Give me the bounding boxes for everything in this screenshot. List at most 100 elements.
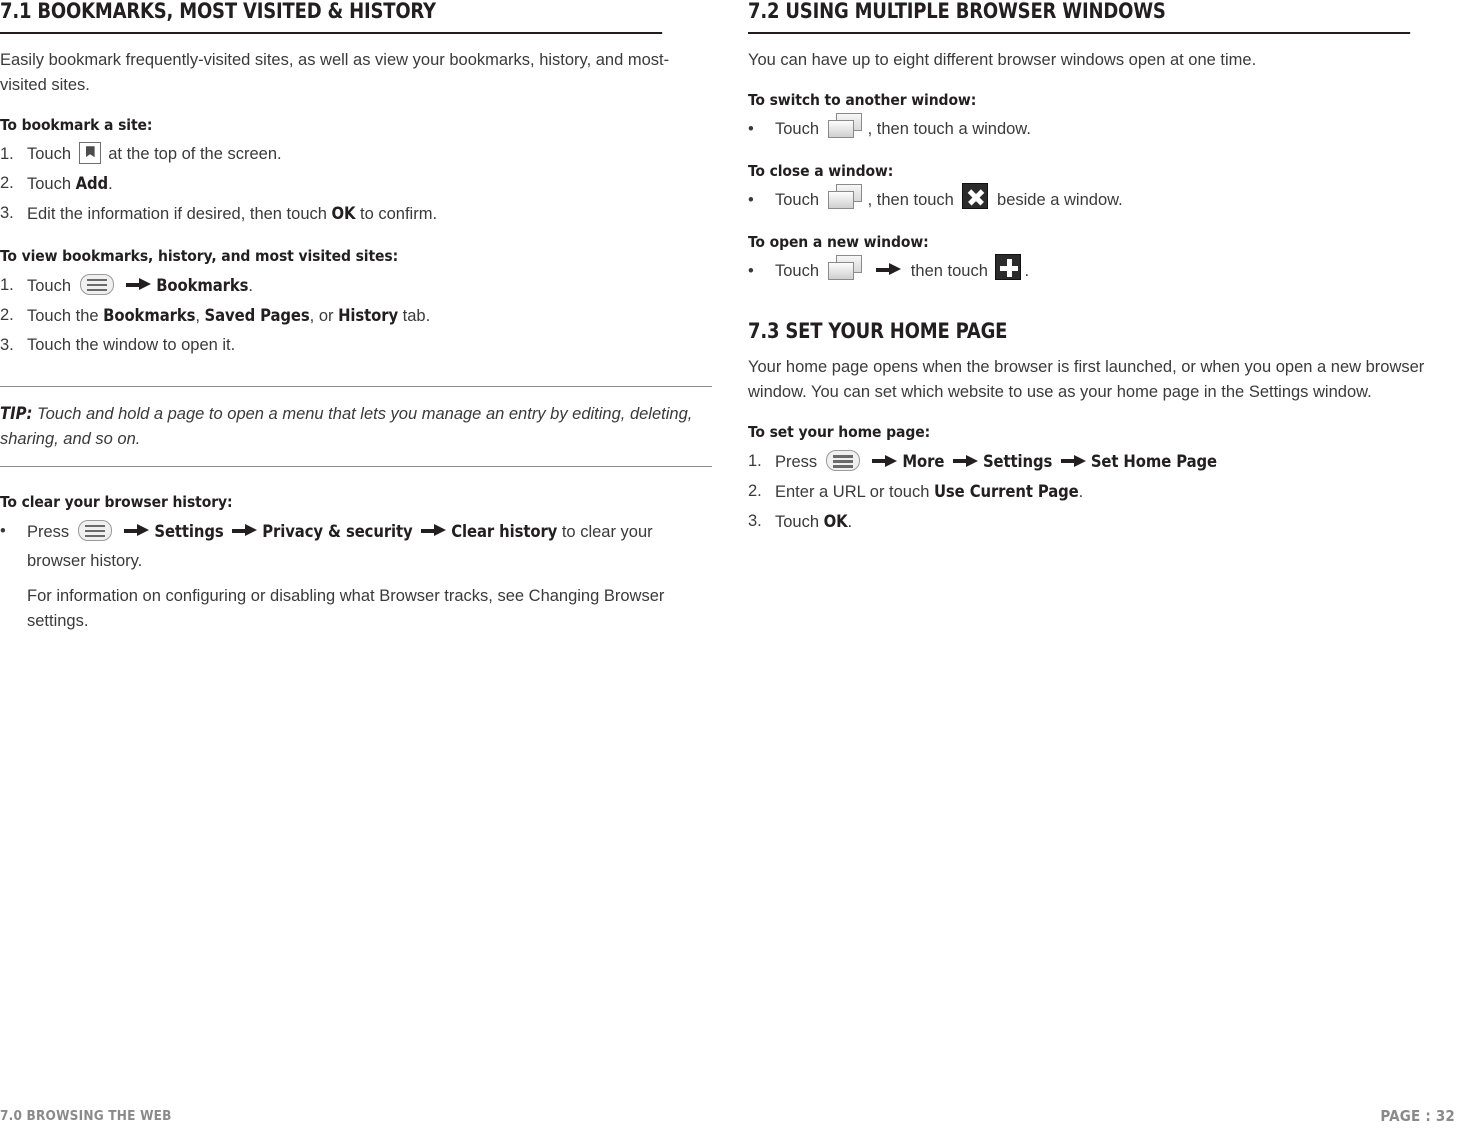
- step-number: 3.: [0, 335, 14, 354]
- bullet-text-pre: Touch: [775, 119, 824, 138]
- list-item: 3. Edit the information if desired, then…: [0, 199, 712, 229]
- step-number: 1.: [748, 452, 762, 471]
- bullet-text-post: beside a window.: [992, 190, 1123, 209]
- step-text-post: at the top of the screen.: [108, 144, 282, 163]
- bullets-open-new-window: • Touch then touch .: [748, 254, 1460, 286]
- section-7-2-intro: You can have up to eight different brows…: [748, 50, 1257, 69]
- arrow-icon: [232, 524, 258, 537]
- tip-text: Touch and hold a page to open a menu tha…: [0, 404, 693, 448]
- menu-path-set-home-page: Set Home Page: [1090, 452, 1218, 472]
- tip-paragraph: TIP: Touch and hold a page to open a men…: [0, 401, 712, 452]
- arrow-icon: [952, 454, 979, 467]
- heading-clear-history: To clear your browser history:: [0, 492, 233, 511]
- arrow-icon: [872, 454, 898, 467]
- arrow-icon: [421, 524, 447, 537]
- windows-icon: [827, 184, 864, 210]
- close-icon: [962, 183, 989, 210]
- step-text-pre: Touch the: [27, 306, 104, 325]
- step-text-pre: Touch: [27, 174, 76, 193]
- step-bold-ok: OK: [331, 203, 356, 223]
- right-column: 7.2 USING MULTIPLE BROWSER WINDOWS You c…: [748, 0, 1460, 537]
- list-item: 2. Touch Add.: [0, 169, 712, 199]
- step-text-pre: Press: [775, 453, 822, 472]
- list-item: 3. Touch OK.: [748, 507, 1460, 537]
- heading-switch-window: To switch to another window:: [748, 90, 977, 109]
- list-item: • Touch , then touch a window.: [748, 113, 1460, 144]
- list-item: 3. Touch the window to open it.: [0, 331, 712, 360]
- bullet-mark: •: [748, 119, 754, 138]
- menu-path-privacy-security: Privacy & security: [262, 521, 413, 541]
- step-number: 2.: [0, 173, 14, 192]
- menu-key-icon: [825, 450, 860, 472]
- tip-box: TIP: Touch and hold a page to open a men…: [0, 385, 712, 467]
- bullet-text-pre: Touch: [775, 190, 824, 209]
- heading-close-window: To close a window:: [748, 161, 894, 180]
- arrow-icon: [124, 524, 150, 537]
- arrow-icon: [1060, 454, 1087, 467]
- menu-key-icon: [77, 519, 112, 541]
- bullet-text-post: , then touch a window.: [867, 119, 1031, 138]
- tip-label: TIP:: [0, 403, 33, 423]
- section-7-1-intro: Easily bookmark frequently-visited sites…: [0, 50, 670, 94]
- step-number: 2.: [0, 305, 14, 324]
- list-item: 1. Press More Settings Set Home Page: [748, 447, 1460, 477]
- step-text-pre: Touch the window to open it.: [27, 335, 236, 354]
- tab-history-label: History: [338, 305, 399, 325]
- windows-icon: [827, 113, 864, 139]
- menu-path-more: More: [902, 452, 945, 472]
- list-item: • Touch then touch .: [748, 254, 1460, 286]
- bullet-mark: •: [748, 261, 754, 280]
- menu-path-clear-history: Clear history: [451, 521, 558, 541]
- bullets-close-window: • Touch , then touch beside a window.: [748, 183, 1460, 215]
- heading-bookmark-a-site: To bookmark a site:: [0, 115, 153, 134]
- bullet-mark: •: [0, 521, 6, 540]
- menu-path-settings: Settings: [154, 521, 224, 541]
- step-text-mid2: , or: [309, 306, 339, 325]
- step-number: 3.: [0, 203, 14, 222]
- step-text-post: .: [108, 174, 113, 193]
- windows-icon: [827, 255, 864, 281]
- heading-open-new-window: To open a new window:: [748, 232, 929, 251]
- step-number: 1.: [0, 275, 14, 294]
- footer-page-number: PAGE : 32: [1380, 1107, 1455, 1125]
- clear-history-note: For information on configuring or disabl…: [27, 586, 665, 630]
- steps-view-bookmarks: 1. Touch Bookmarks. 2. Touch the Bookmar…: [0, 271, 712, 360]
- page-footer: 7.0 BROWSING THE WEB PAGE : 32: [0, 1102, 1461, 1125]
- bullet-text-pre: Touch: [775, 261, 824, 280]
- section-title-7-2: 7.2 USING MULTIPLE BROWSER WINDOWS: [748, 0, 1411, 34]
- tab-bookmarks-label: Bookmarks: [103, 305, 196, 325]
- steps-set-home-page: 1. Press More Settings Set Home Page 2. …: [748, 447, 1460, 537]
- heading-set-home-page: To set your home page:: [748, 423, 931, 442]
- step-number: 3.: [748, 512, 762, 531]
- section-title-7-3: 7.3 SET YOUR HOME PAGE: [748, 318, 1008, 344]
- menu-key-icon: [79, 273, 114, 295]
- step-text-post: to confirm.: [355, 204, 438, 223]
- bullet-text-mid: then touch: [906, 261, 993, 280]
- plus-icon: [995, 254, 1022, 281]
- arrow-icon: [126, 278, 152, 291]
- heading-view-bookmarks: To view bookmarks, history, and most vis…: [0, 246, 399, 265]
- use-current-page-label: Use Current Page: [933, 482, 1079, 502]
- step-text-pre: Enter a URL or touch: [775, 483, 934, 502]
- tab-saved-pages-label: Saved Pages: [204, 305, 310, 325]
- bullets-switch-window: • Touch , then touch a window.: [748, 113, 1460, 144]
- bullets-clear-history: • Press Settings Privacy & security Clea…: [0, 517, 712, 576]
- step-bold-add: Add: [75, 173, 109, 193]
- bookmark-icon: [78, 142, 101, 165]
- bullet-text-post: .: [1024, 261, 1030, 280]
- bullet-mark: •: [748, 190, 754, 209]
- section-title-7-1: 7.1 BOOKMARKS, MOST VISITED & HISTORY: [0, 0, 663, 34]
- step-number: 1.: [0, 144, 14, 163]
- step-text-pre: Touch: [27, 276, 76, 295]
- section-7-3-intro: Your home page opens when the browser is…: [748, 358, 1425, 402]
- ok-label: OK: [823, 512, 848, 532]
- step-text-pre: Touch: [775, 513, 824, 532]
- step-number: 2.: [748, 482, 762, 501]
- step-bold-bookmarks: Bookmarks: [156, 275, 249, 295]
- list-item: 1. Touch Bookmarks.: [0, 271, 712, 301]
- step-text-pre: Touch: [27, 144, 76, 163]
- left-column: 7.1 BOOKMARKS, MOST VISITED & HISTORY Ea…: [0, 0, 712, 652]
- list-item: 2. Touch the Bookmarks, Saved Pages, or …: [0, 301, 712, 331]
- step-text-post: .: [248, 276, 254, 295]
- step-text-post: tab.: [398, 306, 431, 325]
